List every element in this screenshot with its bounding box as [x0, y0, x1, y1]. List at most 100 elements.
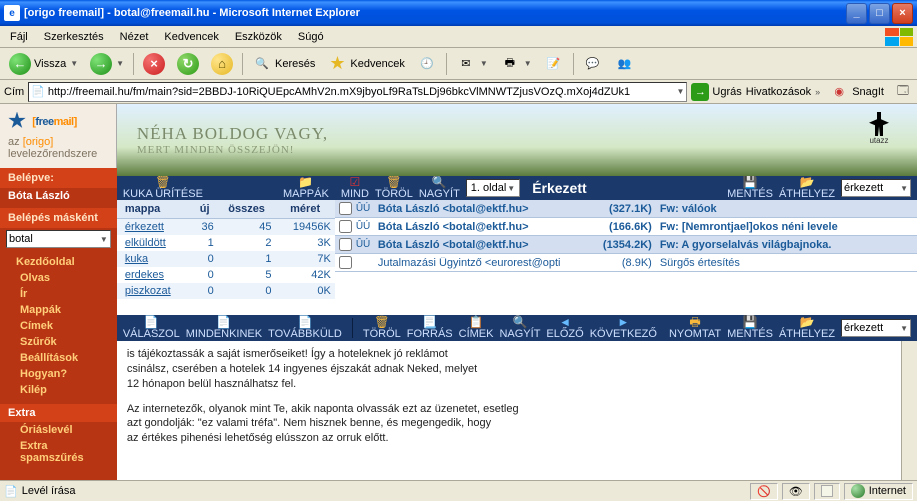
move-button[interactable]: 📂ÁTHELYEZ	[779, 176, 835, 200]
save-icon: 💾	[743, 316, 758, 328]
select-all-button[interactable]: ☑MIND	[341, 176, 369, 200]
save-button[interactable]: 💾MENTÉS	[727, 176, 773, 200]
forward-button[interactable]: 📄TOVÁBBKÜLD	[268, 316, 342, 340]
links-chevron-icon[interactable]: »	[815, 87, 820, 97]
message-row[interactable]: ÛÚBóta László <botal@ektf.hu>(1354.2K)Fw…	[335, 236, 917, 254]
reader-save-button[interactable]: 💾MENTÉS	[727, 316, 773, 340]
folder-name[interactable]: erdekes	[125, 269, 164, 281]
message-row[interactable]: ÛÚBóta László <botal@ektf.hu>(166.6K)Fw:…	[335, 218, 917, 236]
messenger-button[interactable]: 👥	[610, 51, 640, 77]
nav-home[interactable]: Kezdőoldal	[0, 254, 117, 270]
prev-button[interactable]: ◄ELŐZŐ	[546, 316, 583, 340]
links-label[interactable]: Hivatkozások	[746, 86, 811, 98]
home-button[interactable]: ⌂	[206, 51, 238, 77]
message-from: Jutalmazási Ügyintző <eurorest@opti	[378, 257, 588, 269]
zoom-button[interactable]: 🔍NAGYÍT	[419, 176, 460, 200]
nav-extra[interactable]: Extra	[0, 404, 117, 422]
reader-zoom-button[interactable]: 🔍NAGYÍT	[499, 316, 540, 340]
nav-addresses[interactable]: Címek	[0, 318, 117, 334]
folder-name[interactable]: kuka	[125, 253, 148, 265]
message-checkbox[interactable]	[339, 256, 352, 269]
reader-move-button[interactable]: 📂ÁTHELYEZ	[779, 316, 835, 340]
snagit-window-icon[interactable]: 🗔	[893, 82, 913, 102]
tagline-pre: az	[8, 136, 23, 148]
empty-trash-button[interactable]: 🗑KUKA ÜRÍTÉSE	[123, 176, 203, 200]
banner-ad[interactable]: NÉHA BOLDOG VAGY, MERT MINDEN ÖSSZEJÖN! …	[117, 104, 917, 176]
addresses-button[interactable]: 📋CÍMEK	[459, 316, 494, 340]
menu-tools[interactable]: Eszközök	[227, 29, 290, 45]
message-size: (8.9K)	[588, 257, 660, 269]
scrollbar[interactable]	[901, 341, 917, 480]
source-label: FORRÁS	[407, 329, 453, 340]
close-button[interactable]: ×	[892, 3, 913, 24]
move-target-select[interactable]: érkezett▼	[841, 179, 911, 197]
folder-row[interactable]: piszkozat000K	[117, 283, 335, 299]
reader-delete-button[interactable]: 🗑TÖRÖL	[363, 316, 401, 340]
menu-favorites[interactable]: Kedvencek	[156, 29, 226, 45]
nav-help[interactable]: Hogyan?	[0, 366, 117, 382]
nav-bigmail[interactable]: Óriáslevél	[0, 422, 117, 438]
nav-write[interactable]: Ír	[0, 286, 117, 302]
message-row[interactable]: ÛÚBóta László <botal@ektf.hu>(327.1K)Fw:…	[335, 200, 917, 218]
message-checkbox[interactable]	[339, 238, 352, 251]
folder-name[interactable]: elküldött	[125, 237, 166, 249]
nav-folders[interactable]: Mappák	[0, 302, 117, 318]
delete-button[interactable]: 🗑TÖRÖL	[375, 176, 413, 200]
address-dropdown-icon[interactable]: ▼	[676, 87, 684, 96]
folder-row[interactable]: érkezett364519456K	[117, 219, 335, 236]
edit-button[interactable]: 📝	[539, 51, 569, 77]
folder-name[interactable]: érkezett	[125, 221, 164, 233]
prev-icon: ◄	[559, 316, 571, 328]
folder-row[interactable]: elküldött123K	[117, 235, 335, 251]
go-button[interactable]: →Ugrás	[691, 83, 741, 101]
reader-move-select[interactable]: érkezett▼	[841, 319, 911, 337]
folder-row[interactable]: erdekes0542K	[117, 267, 335, 283]
security-zone[interactable]: Internet	[844, 483, 913, 500]
back-button[interactable]: ←Vissza▼	[4, 51, 83, 77]
favorites-button[interactable]: ★Kedvencek	[322, 51, 409, 77]
menu-view[interactable]: Nézet	[112, 29, 157, 45]
history-button[interactable]: 🕘	[412, 51, 442, 77]
login-alt-select[interactable]: botal▼	[6, 230, 111, 248]
trash-icon: 🗑	[374, 316, 389, 328]
folders-button[interactable]: 📁MAPPÁK	[283, 176, 329, 200]
next-button[interactable]: ►KÖVETKEZŐ	[590, 316, 657, 340]
forward-button[interactable]: →▼	[85, 51, 129, 77]
reader-toolbar: 📄VÁLASZOL 📄MINDENKINEK 📄TOVÁBBKÜLD 🗑TÖRÖ…	[117, 315, 917, 341]
col-new[interactable]: új	[192, 200, 218, 219]
nav-filters[interactable]: Szűrők	[0, 334, 117, 350]
nav-settings[interactable]: Beállítások	[0, 350, 117, 366]
folder-name[interactable]: piszkozat	[125, 285, 171, 297]
refresh-button[interactable]: ↻	[172, 51, 204, 77]
nav-read[interactable]: Olvas	[0, 270, 117, 286]
col-folder[interactable]: mappa	[117, 200, 192, 219]
reply-all-button[interactable]: 📄MINDENKINEK	[186, 316, 262, 340]
menu-file[interactable]: Fájl	[2, 29, 36, 45]
mail-button[interactable]: ✉▼	[451, 51, 493, 77]
minimize-button[interactable]: _	[846, 3, 867, 24]
nav-spam[interactable]: Extra spamszűrés	[0, 438, 117, 466]
print-button[interactable]: 🖶▼	[495, 51, 537, 77]
page-select[interactable]: 1. oldal ▼	[466, 179, 520, 197]
message-checkbox[interactable]	[339, 202, 352, 215]
folder-row[interactable]: kuka017K	[117, 251, 335, 267]
source-button[interactable]: 📃FORRÁS	[407, 316, 453, 340]
message-row[interactable]: Jutalmazási Ügyintző <eurorest@opti(8.9K…	[335, 254, 917, 272]
stop-button[interactable]: ×	[138, 51, 170, 77]
nav-logout[interactable]: Kilép	[0, 382, 117, 398]
col-all[interactable]: összes	[218, 200, 276, 219]
menu-edit[interactable]: Szerkesztés	[36, 29, 112, 45]
message-checkbox[interactable]	[339, 220, 352, 233]
message-flags: ÛÚ	[356, 203, 378, 214]
discuss-button[interactable]: 💬	[578, 51, 608, 77]
maximize-button[interactable]: □	[869, 3, 890, 24]
reply-button[interactable]: 📄VÁLASZOL	[123, 316, 180, 340]
reader-print-button[interactable]: 🖶NYOMTAT	[669, 316, 721, 340]
address-input[interactable]: 📄 http://freemail.hu/fm/main?sid=2BBDJ-1…	[28, 82, 687, 102]
search-button[interactable]: 🔍Keresés	[247, 51, 320, 77]
menu-help[interactable]: Súgó	[290, 29, 332, 45]
save-icon: 💾	[743, 176, 758, 188]
col-size[interactable]: méret	[275, 200, 334, 219]
snagit-button[interactable]: ◉SnagIt	[824, 79, 889, 105]
refresh-icon: ↻	[177, 53, 199, 75]
